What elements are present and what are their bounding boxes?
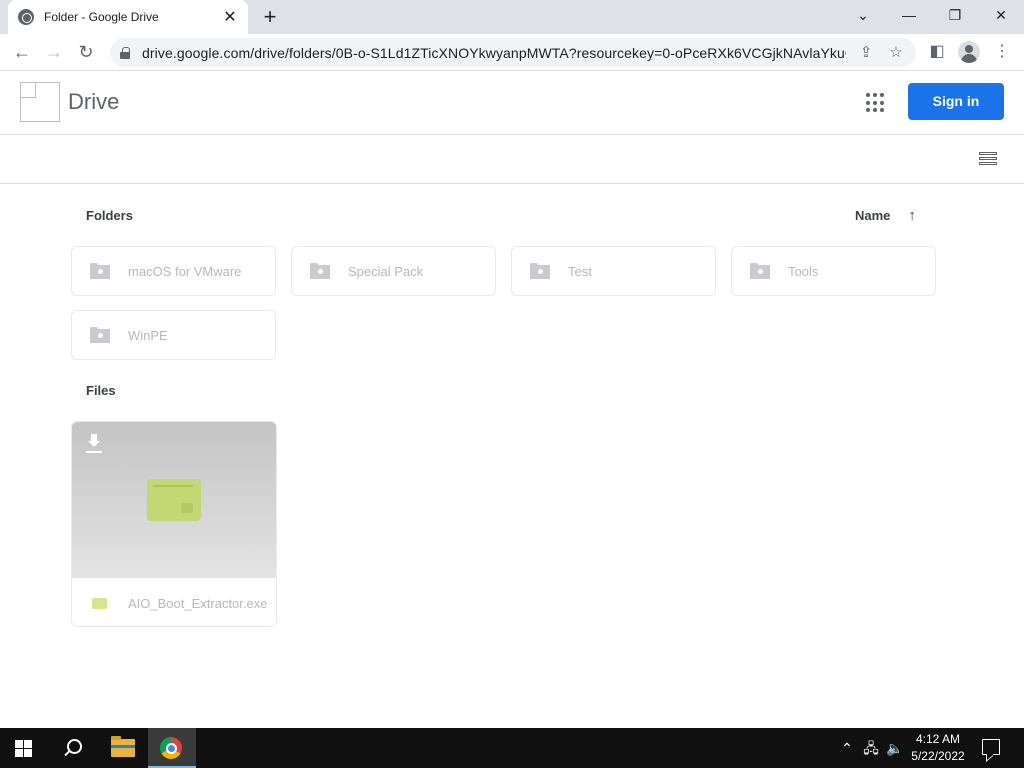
download-icon[interactable] [86, 434, 102, 450]
lock-icon[interactable] [120, 46, 130, 59]
executable-type-icon [92, 597, 107, 609]
browser-tab[interactable]: Folder - Google Drive ✕ [8, 0, 248, 34]
file-explorer-icon[interactable] [111, 736, 135, 757]
folder-name: macOS for VMware [128, 263, 242, 279]
network-icon[interactable]: 🖧 [862, 739, 880, 757]
shared-folder-icon [310, 263, 330, 279]
more-menu-icon[interactable]: ⋮ [991, 41, 1013, 63]
shared-folder-icon [90, 263, 110, 279]
tab-search-button[interactable]: ⌄ [840, 0, 886, 30]
side-panel-icon[interactable]: ◧ [926, 41, 948, 63]
sort-label: Name [855, 208, 891, 223]
volume-icon[interactable]: 🔈 [886, 739, 904, 757]
file-thumbnail[interactable] [72, 422, 276, 578]
sort-by-name-button[interactable]: Name ↑ [855, 207, 916, 224]
new-tab-button[interactable]: + [258, 5, 282, 29]
executable-file-icon [147, 479, 201, 521]
tab-close-icon[interactable]: ✕ [222, 7, 238, 27]
close-window-button[interactable]: ✕ [978, 0, 1024, 30]
clock-date: 5/22/2022 [911, 749, 965, 763]
arrow-up-icon[interactable]: ↑ [908, 207, 916, 224]
clock[interactable]: 4:12 AM 5/22/2022 [904, 731, 972, 765]
folder-item[interactable]: Test [511, 246, 716, 296]
forward-button[interactable]: → [41, 39, 67, 65]
drive-header: Drive Sign in [0, 71, 1024, 135]
folder-name: Special Pack [348, 263, 424, 279]
drive-subheader [0, 135, 1024, 184]
files-heading: Files [86, 383, 116, 398]
folders-heading: Folders [86, 208, 133, 223]
browser-toolbar: ← → ↻ drive.google.com/drive/folders/0B-… [0, 34, 1024, 71]
folder-name: Test [568, 263, 592, 279]
folder-item[interactable]: macOS for VMware [71, 246, 276, 296]
clock-time: 4:12 AM [915, 732, 961, 746]
file-name: AIO_Boot_Extractor.exe [128, 595, 268, 611]
drive-title[interactable]: Drive [68, 89, 119, 115]
reload-button[interactable]: ↻ [73, 39, 99, 65]
shared-folder-icon [90, 327, 110, 343]
chrome-taskbar-button[interactable] [148, 728, 196, 768]
browser-tab-strip: Folder - Google Drive ✕ + ⌄ — ❐ ✕ [0, 0, 1024, 34]
tab-title: Folder - Google Drive [44, 10, 159, 24]
file-info[interactable]: AIO_Boot_Extractor.exe [72, 578, 276, 626]
windows-taskbar: ⌃ 🖧 🔈 4:12 AM 5/22/2022 [0, 728, 1024, 768]
back-button[interactable]: ← [9, 39, 35, 65]
folder-name: WinPE [128, 327, 168, 343]
minimize-button[interactable]: — [886, 0, 932, 30]
drive-logo-broken-image[interactable] [20, 82, 60, 122]
shared-folder-icon [750, 263, 770, 279]
sign-in-button[interactable]: Sign in [908, 83, 1004, 120]
tray-chevron-icon[interactable]: ⌃ [838, 739, 856, 757]
restore-button[interactable]: ❐ [932, 0, 978, 30]
google-apps-icon[interactable] [866, 93, 886, 113]
url-text[interactable]: drive.google.com/drive/folders/0B-o-S1Ld… [142, 45, 846, 61]
folder-name: Tools [788, 263, 819, 279]
share-icon[interactable]: ⇪ [856, 43, 876, 63]
notification-icon[interactable] [982, 739, 1000, 755]
folder-item[interactable]: WinPE [71, 310, 276, 360]
chrome-icon [160, 737, 182, 759]
star-icon[interactable]: ☆ [886, 43, 906, 63]
search-icon[interactable] [62, 738, 82, 758]
address-bar[interactable]: drive.google.com/drive/folders/0B-o-S1Ld… [110, 38, 916, 67]
list-view-icon[interactable] [979, 152, 997, 166]
file-card[interactable]: AIO_Boot_Extractor.exe [71, 421, 277, 627]
windows-start-icon[interactable] [15, 740, 32, 757]
profile-avatar-icon[interactable] [958, 41, 980, 63]
shared-folder-icon [530, 263, 550, 279]
folder-item[interactable]: Tools [731, 246, 936, 296]
folder-item[interactable]: Special Pack [291, 246, 496, 296]
globe-icon [18, 9, 34, 25]
